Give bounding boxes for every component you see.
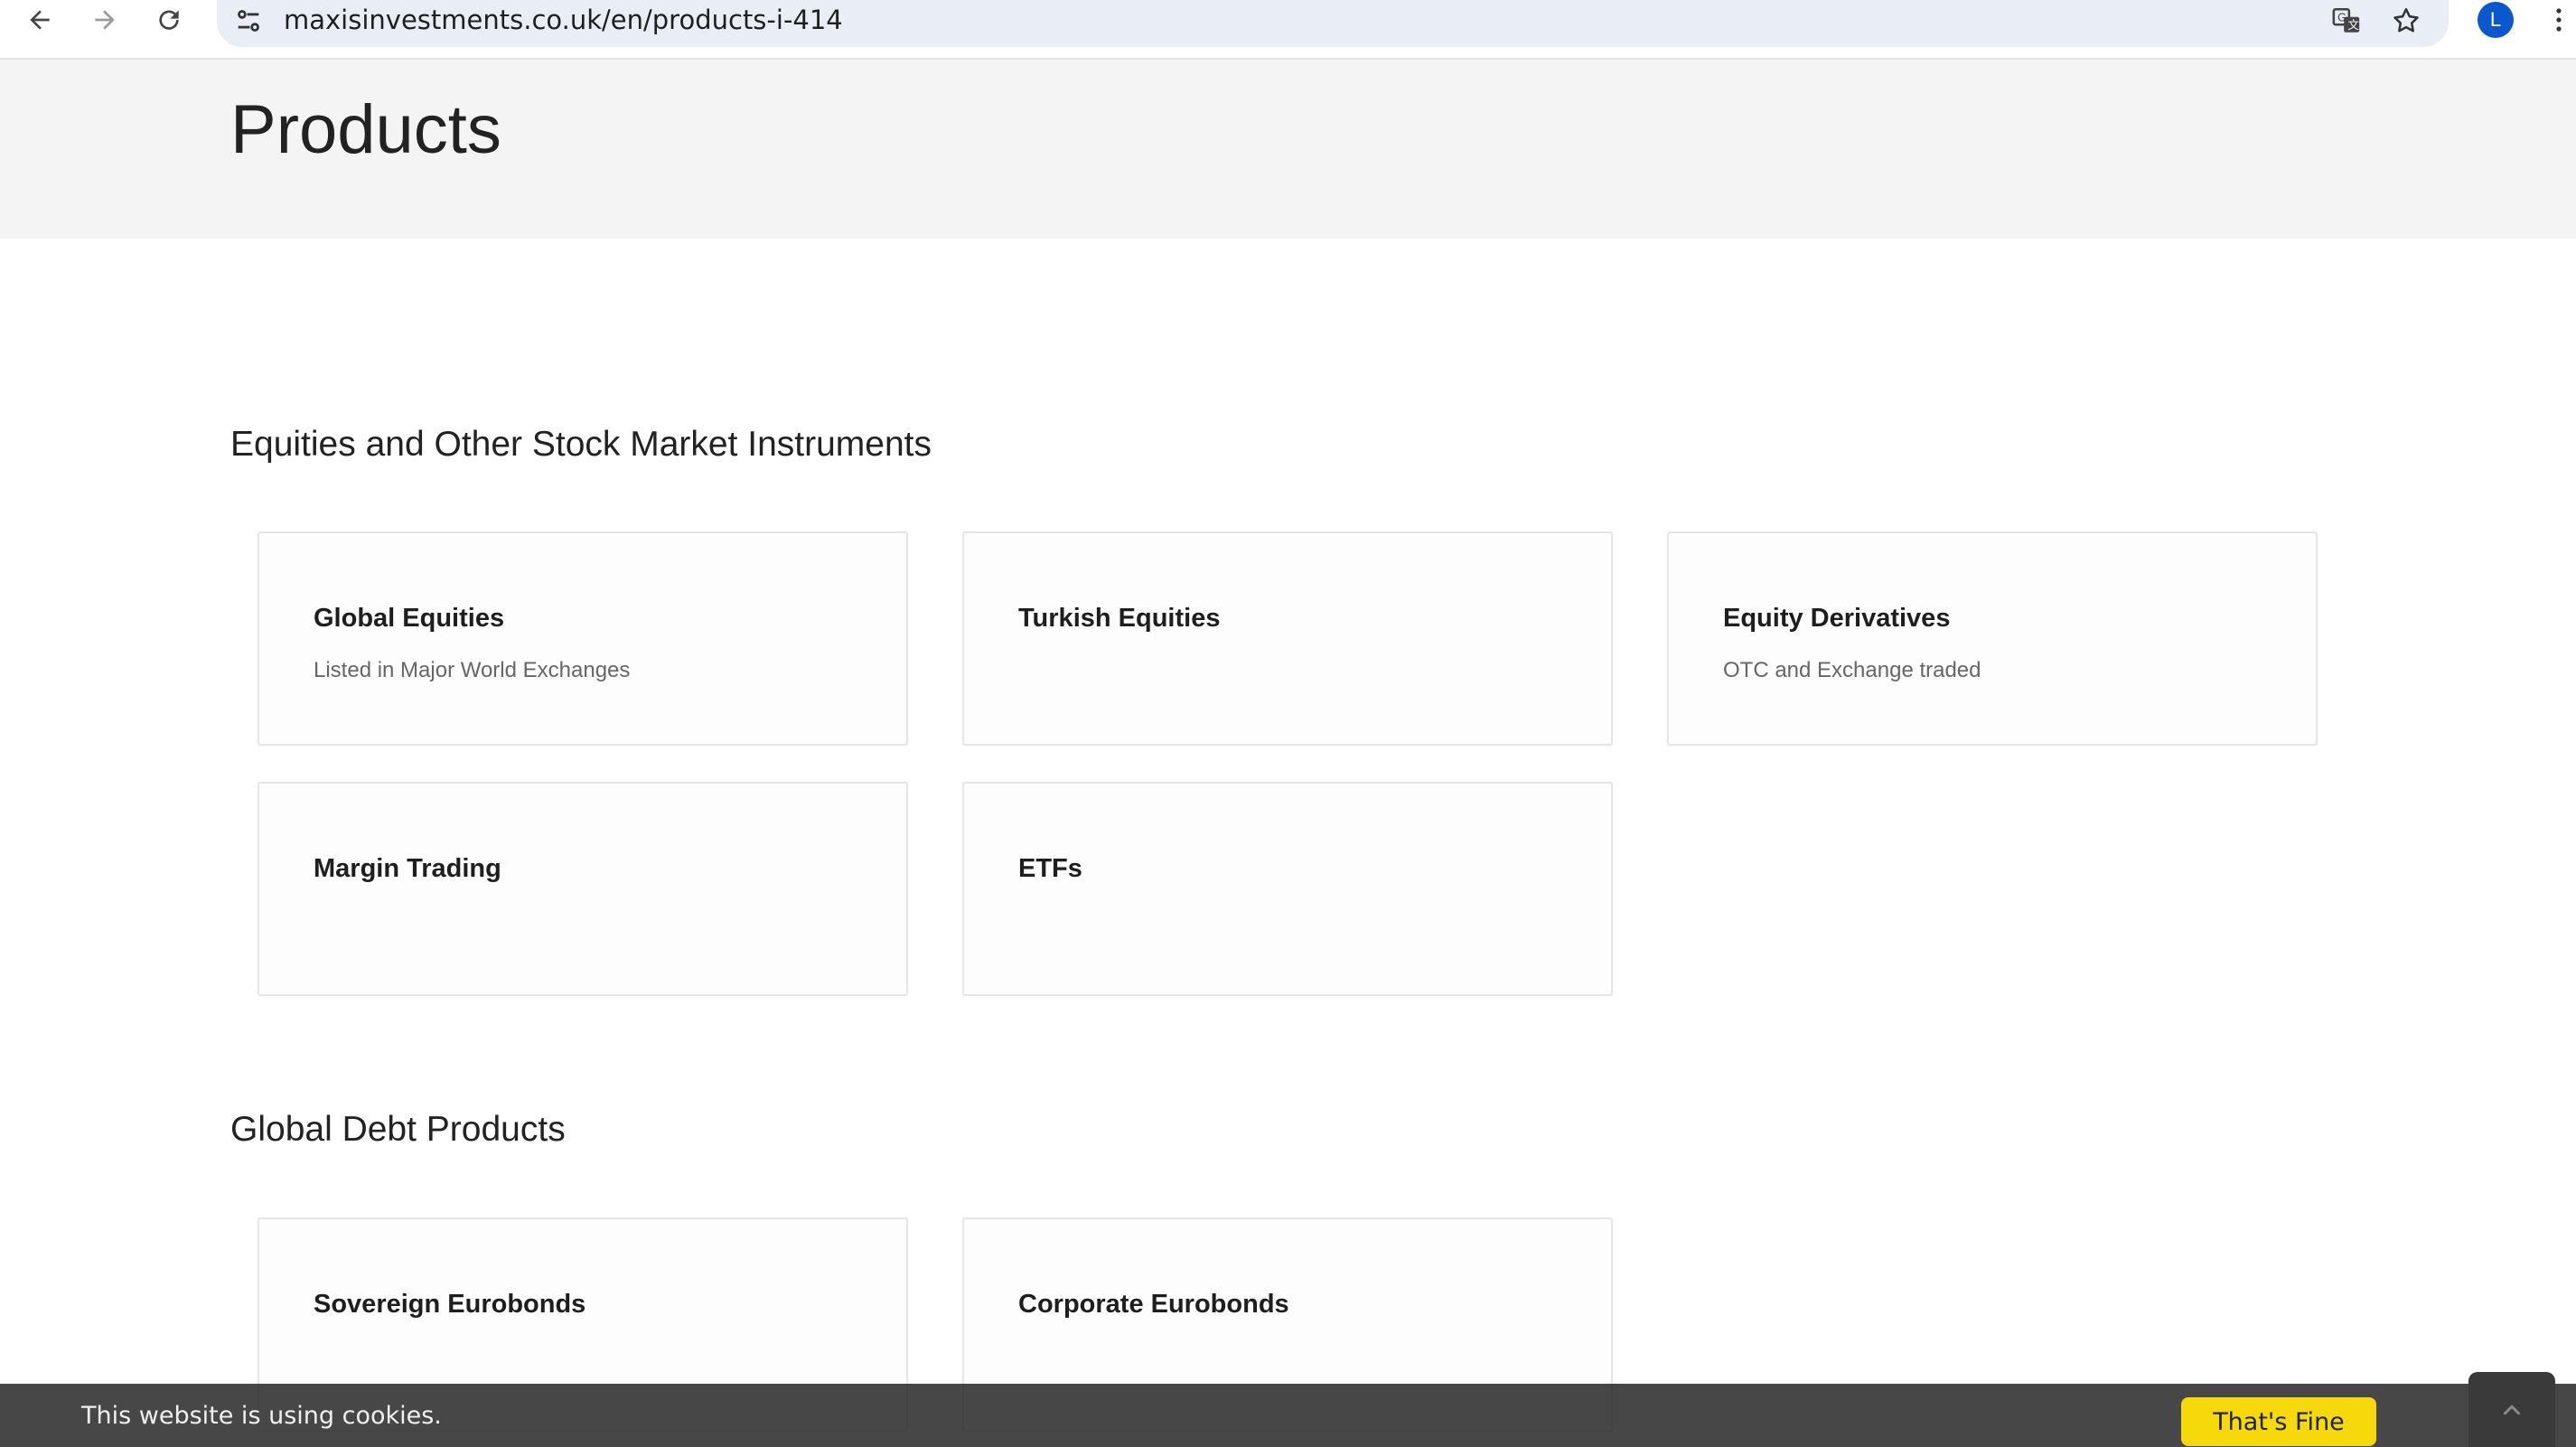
section-title-equities: Equities and Other Stock Market Instrume… (230, 425, 932, 464)
svg-text:文: 文 (2347, 18, 2359, 32)
page-title: Products (230, 91, 501, 168)
translate-button[interactable]: G 文 (2329, 4, 2364, 38)
page-header: Products (0, 60, 2576, 239)
tune-icon[interactable] (233, 5, 264, 36)
card-title: Equity Derivatives (1723, 604, 1951, 633)
section-title-debt: Global Debt Products (230, 1110, 566, 1149)
card-title: Turkish Equities (1018, 604, 1221, 633)
back-button[interactable] (22, 2, 58, 38)
card-title: Global Equities (314, 604, 505, 633)
card-title: Sovereign Eurobonds (314, 1290, 586, 1319)
arrow-right-icon (95, 10, 115, 30)
forward-button[interactable] (87, 2, 123, 38)
address-bar[interactable]: maxisinvestments.co.uk/en/products-i-414… (217, 0, 2449, 47)
product-card-etfs[interactable]: ETFs (962, 782, 1613, 996)
accept-cookies-button[interactable]: That's Fine (2181, 1397, 2376, 1446)
scroll-to-top-button[interactable] (2468, 1372, 2555, 1447)
cookie-banner: This website is using cookies. That's Fi… (0, 1384, 2576, 1447)
translate-icon: G 文 (2332, 7, 2359, 33)
product-card-margin-trading[interactable]: Margin Trading (258, 782, 908, 996)
reload-button[interactable] (151, 2, 187, 38)
profile-avatar[interactable]: L (2478, 2, 2514, 38)
star-icon (2393, 7, 2419, 33)
cookie-message: This website is using cookies. (81, 1402, 442, 1430)
url-text[interactable]: maxisinvestments.co.uk/en/products-i-414 (284, 2, 843, 38)
chevron-up-icon (2504, 1405, 2520, 1414)
card-title: Corporate Eurobonds (1018, 1290, 1289, 1319)
reload-icon (159, 10, 179, 30)
arrow-left-icon (30, 10, 50, 30)
card-subtitle: OTC and Exchange traded (1723, 658, 1981, 682)
more-vert-icon (2556, 8, 2562, 32)
browser-toolbar: maxisinvestments.co.uk/en/products-i-414… (0, 0, 2576, 60)
card-title: ETFs (1018, 854, 1082, 883)
browser-menu-button[interactable] (2548, 2, 2570, 38)
card-subtitle: Listed in Major World Exchanges (314, 658, 631, 682)
product-card-global-equities[interactable]: Global Equities Listed in Major World Ex… (258, 531, 908, 746)
product-card-turkish-equities[interactable]: Turkish Equities (962, 531, 1613, 746)
bookmark-button[interactable] (2389, 4, 2423, 38)
card-title: Margin Trading (314, 854, 501, 883)
product-card-equity-derivatives[interactable]: Equity Derivatives OTC and Exchange trad… (1667, 531, 2318, 746)
